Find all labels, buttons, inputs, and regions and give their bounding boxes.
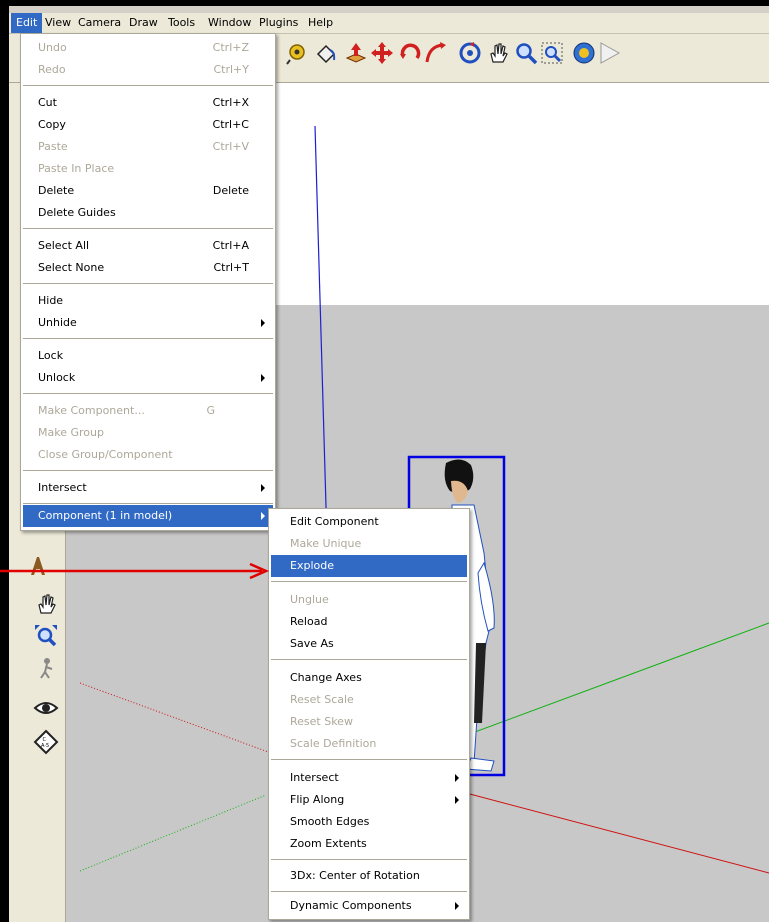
menu-item-unhide[interactable]: Unhide: [23, 312, 273, 334]
menu-item-delete[interactable]: Delete Delete: [23, 180, 273, 202]
menu-item-component[interactable]: Component (1 in model): [23, 505, 273, 527]
menu-window[interactable]: Window: [203, 13, 256, 33]
menu-plugins[interactable]: Plugins: [254, 13, 303, 33]
menu-item-select-all[interactable]: Select All Ctrl+A: [23, 235, 273, 257]
menu-separator: [23, 393, 273, 394]
push-pull-icon[interactable]: [343, 40, 369, 66]
tape-measure-icon[interactable]: [285, 40, 311, 66]
edit-menu-dropdown: Undo Ctrl+Z Redo Ctrl+Y Cut Ctrl+X Copy Ctrl…: [20, 33, 276, 531]
menu-camera[interactable]: Camera: [73, 13, 126, 33]
menu-separator: [23, 283, 273, 284]
menu-separator: [271, 759, 467, 760]
menu-item-close-group[interactable]: Close Group/Component: [23, 444, 273, 466]
menu-item-dynamic-components[interactable]: Dynamic Components: [271, 895, 467, 917]
menu-item-reload[interactable]: Reload: [271, 611, 467, 633]
submenu-arrow-icon: [455, 796, 459, 804]
menu-item-redo[interactable]: Redo Ctrl+Y: [23, 59, 273, 81]
rotate-icon[interactable]: [397, 40, 423, 66]
green-axis-dotted: [79, 794, 267, 872]
menu-item-make-unique[interactable]: Make Unique: [271, 533, 467, 555]
menu-item-intersect[interactable]: Intersect: [23, 477, 273, 499]
menu-separator: [271, 891, 467, 892]
menu-item-lock[interactable]: Lock: [23, 345, 273, 367]
menu-item-change-axes[interactable]: Change Axes: [271, 667, 467, 689]
menu-item-edit-component[interactable]: Edit Component: [271, 511, 467, 533]
submenu-arrow-icon: [261, 374, 265, 382]
pan-hand-icon-side[interactable]: [33, 591, 59, 617]
menu-item-explode[interactable]: Explode: [271, 555, 467, 577]
next-view-icon[interactable]: [597, 40, 623, 66]
menu-separator: [271, 581, 467, 582]
menu-separator: [271, 659, 467, 660]
look-around-eye-icon[interactable]: [33, 695, 59, 721]
menu-edit[interactable]: Edit: [11, 13, 43, 33]
menu-item-scale-definition[interactable]: Scale Definition: [271, 733, 467, 755]
previous-view-icon[interactable]: [571, 40, 597, 66]
screenshot-frame: Edit View Camera Draw Tools Window Plugi…: [0, 0, 769, 922]
menu-item-flip-along[interactable]: Flip Along: [271, 789, 467, 811]
menu-item-paste[interactable]: Paste Ctrl+V: [23, 136, 273, 158]
menu-draw[interactable]: Draw: [124, 13, 163, 33]
zoom-window-icon[interactable]: [539, 40, 565, 66]
follow-me-icon[interactable]: [423, 40, 449, 66]
menu-item-delete-guides[interactable]: Delete Guides: [23, 202, 273, 224]
menu-view[interactable]: View: [40, 13, 76, 33]
zoom-icon[interactable]: [513, 40, 539, 66]
menu-item-select-none[interactable]: Select None Ctrl+T: [23, 257, 273, 279]
submenu-arrow-icon: [455, 902, 459, 910]
menu-item-make-group[interactable]: Make Group: [23, 422, 273, 444]
menu-item-intersect-sub[interactable]: Intersect: [271, 767, 467, 789]
menu-item-paste-in-place[interactable]: Paste In Place: [23, 158, 273, 180]
svg-text:A·5: A·5: [41, 743, 49, 749]
text-tool-icon[interactable]: [25, 553, 51, 579]
red-axis-dotted: [79, 682, 272, 754]
zoom-extents-icon[interactable]: [33, 623, 59, 649]
menu-separator: [23, 503, 273, 504]
menu-help[interactable]: Help: [303, 13, 338, 33]
menu-item-save-as[interactable]: Save As: [271, 633, 467, 655]
menu-item-unglue[interactable]: Unglue: [271, 589, 467, 611]
move-icon[interactable]: [369, 40, 395, 66]
menu-item-unlock[interactable]: Unlock: [23, 367, 273, 389]
menu-separator: [23, 338, 273, 339]
menu-separator: [271, 859, 467, 860]
menu-item-make-component[interactable]: Make Component... G: [23, 400, 273, 422]
menu-item-smooth-edges[interactable]: Smooth Edges: [271, 811, 467, 833]
menu-bar: Edit View Camera Draw Tools Window Plugi…: [9, 13, 769, 34]
menu-item-zoom-extents[interactable]: Zoom Extents: [271, 833, 467, 855]
menu-tools[interactable]: Tools: [163, 13, 200, 33]
menu-item-center-of-rotation[interactable]: 3Dx: Center of Rotation: [271, 865, 467, 887]
menu-item-reset-skew[interactable]: Reset Skew: [271, 711, 467, 733]
menu-separator: [23, 85, 273, 86]
orbit-icon[interactable]: [457, 40, 483, 66]
pan-hand-icon[interactable]: [485, 40, 511, 66]
sketchup-window: Edit View Camera Draw Tools Window Plugi…: [9, 6, 769, 922]
walk-icon[interactable]: [33, 655, 59, 681]
paint-bucket-icon[interactable]: [313, 40, 339, 66]
submenu-arrow-icon: [455, 774, 459, 782]
menu-separator: [23, 228, 273, 229]
section-plane-icon[interactable]: CA·5: [33, 729, 59, 755]
component-submenu: Edit Component Make Unique Explode Unglu…: [268, 508, 470, 920]
red-axis-line: [465, 792, 769, 874]
submenu-arrow-icon: [261, 512, 265, 520]
menu-item-cut[interactable]: Cut Ctrl+X: [23, 92, 273, 114]
menu-item-copy[interactable]: Copy Ctrl+C: [23, 114, 273, 136]
submenu-arrow-icon: [261, 319, 265, 327]
menu-item-undo[interactable]: Undo Ctrl+Z: [23, 37, 273, 59]
menu-separator: [23, 470, 273, 471]
menu-item-reset-scale[interactable]: Reset Scale: [271, 689, 467, 711]
submenu-arrow-icon: [261, 484, 265, 492]
menu-item-hide[interactable]: Hide: [23, 290, 273, 312]
